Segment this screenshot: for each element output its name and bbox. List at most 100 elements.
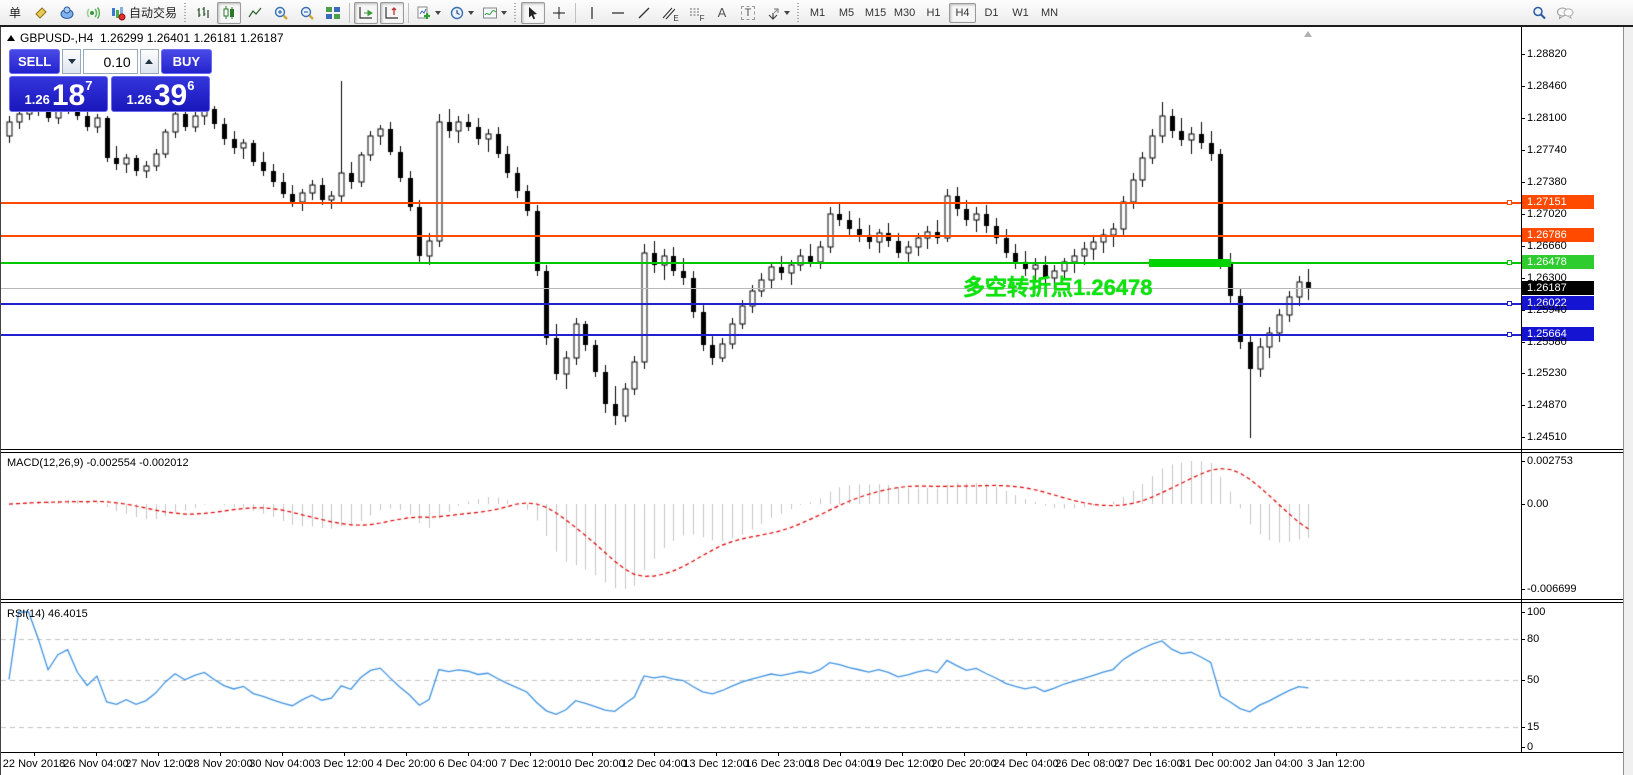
zoom-out-button[interactable]	[295, 2, 319, 24]
pane-divider[interactable]	[1, 599, 1623, 603]
horizontal-level-line[interactable]	[1, 288, 1521, 289]
buy-button[interactable]: BUY	[161, 49, 212, 74]
line-chart-button[interactable]	[243, 2, 267, 24]
search-button[interactable]	[1527, 2, 1551, 24]
scroll-up-arrow-icon[interactable]	[1304, 31, 1312, 37]
chat-button[interactable]	[1553, 2, 1577, 24]
tab-timeframe-MN[interactable]: MN	[1036, 3, 1063, 23]
crosshair-button[interactable]	[547, 2, 571, 24]
timeframe-toolbar: M1M5M15M30H1H4D1W1MN	[803, 3, 1064, 23]
axis-tick	[1521, 150, 1525, 151]
zoom-in-button[interactable]	[269, 2, 293, 24]
rsi-label: RSI(14) 46.4015	[7, 608, 88, 620]
axis-tick	[1521, 86, 1525, 87]
line-endpoint-marker[interactable]	[1507, 301, 1512, 306]
sell-price-prefix: 1.26	[25, 92, 50, 107]
horizontal-level-line[interactable]	[1, 262, 1521, 264]
chart-symbol-period: GBPUSD-,H4	[20, 31, 93, 45]
tile-windows-button[interactable]	[321, 2, 345, 24]
toolbar-right-group	[1526, 2, 1578, 24]
tab-timeframe-D1[interactable]: D1	[978, 3, 1005, 23]
periods-button[interactable]	[446, 2, 477, 24]
price-level-tag[interactable]: 1.26478	[1522, 255, 1594, 269]
channel-tool-letter: E	[673, 14, 678, 23]
templates-button[interactable]	[479, 2, 510, 24]
macd-canvas[interactable]	[1, 453, 1521, 599]
date-axis-label: 30 Nov 04:00	[249, 758, 314, 770]
horizontal-line-tool[interactable]	[606, 2, 630, 24]
trendline-tool[interactable]	[632, 2, 656, 24]
dropdown-caret-icon	[784, 11, 790, 15]
horizontal-level-line[interactable]	[1, 235, 1521, 237]
tab-timeframe-M15[interactable]: M15	[862, 3, 889, 23]
tab-timeframe-W1[interactable]: W1	[1007, 3, 1034, 23]
price-axis-label: 1.27020	[1527, 208, 1567, 220]
date-axis-label: 28 Nov 20:00	[187, 758, 252, 770]
volume-increase-button[interactable]	[140, 49, 159, 74]
autotrading-button[interactable]: 自动交易	[107, 2, 180, 24]
main-chart-canvas[interactable]	[1, 27, 1521, 449]
toolbar-grip[interactable]	[796, 3, 801, 23]
rsi-canvas[interactable]	[1, 605, 1521, 752]
axis-tick	[1521, 437, 1525, 438]
candlestick-chart-button[interactable]	[217, 2, 241, 24]
line-endpoint-marker[interactable]	[1507, 260, 1512, 265]
channel-tool[interactable]: E	[658, 2, 682, 24]
price-level-tag[interactable]: 1.27151	[1522, 195, 1594, 209]
market-watch-icon[interactable]	[55, 2, 79, 24]
date-axis-tick	[468, 752, 469, 756]
rsi-axis-label: 50	[1527, 674, 1539, 686]
pivot-annotation-text[interactable]: 多空转折点1.26478	[963, 270, 1153, 302]
tab-timeframe-H4[interactable]: H4	[949, 3, 976, 23]
auto-scroll-button[interactable]	[354, 2, 378, 24]
tab-timeframe-M5[interactable]: M5	[833, 3, 860, 23]
fibonacci-tool[interactable]: F	[684, 2, 708, 24]
history-center-icon[interactable]	[29, 2, 53, 24]
horizontal-level-line[interactable]	[1, 303, 1521, 305]
price-axis-label: 1.28460	[1527, 80, 1567, 92]
arrows-tool[interactable]	[762, 2, 793, 24]
date-axis-tick	[34, 752, 35, 756]
mt4-application: 单 自动交易 E F A T M1M5M15M30H1	[0, 0, 1633, 775]
volume-input[interactable]: 0.10	[83, 49, 137, 74]
tab-timeframe-M1[interactable]: M1	[804, 3, 831, 23]
tab-timeframe-H1[interactable]: H1	[920, 3, 947, 23]
line-endpoint-marker[interactable]	[1507, 332, 1512, 337]
bar-chart-button[interactable]	[191, 2, 215, 24]
date-axis-tick	[282, 752, 283, 756]
axis-tick	[1521, 504, 1525, 505]
chart-window: 1.271511.267861.264781.261871.260221.256…	[0, 27, 1633, 775]
price-axis-label: 1.24870	[1527, 399, 1567, 411]
date-axis-label: 24 Dec 04:00	[993, 758, 1058, 770]
date-axis-tick	[592, 752, 593, 756]
vertical-line-tool[interactable]	[580, 2, 604, 24]
pivot-line-highlight[interactable]	[1149, 259, 1231, 267]
horizontal-level-line[interactable]	[1, 334, 1521, 336]
cursor-button[interactable]	[521, 2, 545, 24]
sell-price-display[interactable]: 1.26 18 7	[9, 76, 108, 112]
text-tool[interactable]: A	[710, 2, 734, 24]
sell-button[interactable]: SELL	[9, 49, 60, 74]
date-axis-tick	[344, 752, 345, 756]
new-order-button[interactable]: 单	[3, 2, 27, 24]
toolbar-grip[interactable]	[513, 3, 518, 23]
tab-timeframe-M30[interactable]: M30	[891, 3, 918, 23]
line-endpoint-marker[interactable]	[1507, 200, 1512, 205]
toolbar-grip[interactable]	[183, 3, 188, 23]
buy-price-prefix: 1.26	[127, 92, 152, 107]
collapse-icon[interactable]	[7, 35, 15, 41]
signals-icon[interactable]	[81, 2, 105, 24]
volume-decrease-button[interactable]	[62, 49, 81, 74]
horizontal-level-line[interactable]	[1, 202, 1521, 204]
price-axis-label: 1.25230	[1527, 367, 1567, 379]
price-axis-label: 1.25580	[1527, 336, 1567, 348]
date-axis-tick	[1088, 752, 1089, 756]
chart-shift-button[interactable]	[380, 2, 404, 24]
label-tool[interactable]: T	[736, 2, 760, 24]
axis-tick	[1521, 214, 1525, 215]
spinner-up-icon	[145, 59, 153, 64]
pane-divider[interactable]	[1, 449, 1623, 453]
buy-price-display[interactable]: 1.26 39 6	[111, 76, 210, 112]
indicators-button[interactable]	[413, 2, 444, 24]
date-axis-tick	[530, 752, 531, 756]
